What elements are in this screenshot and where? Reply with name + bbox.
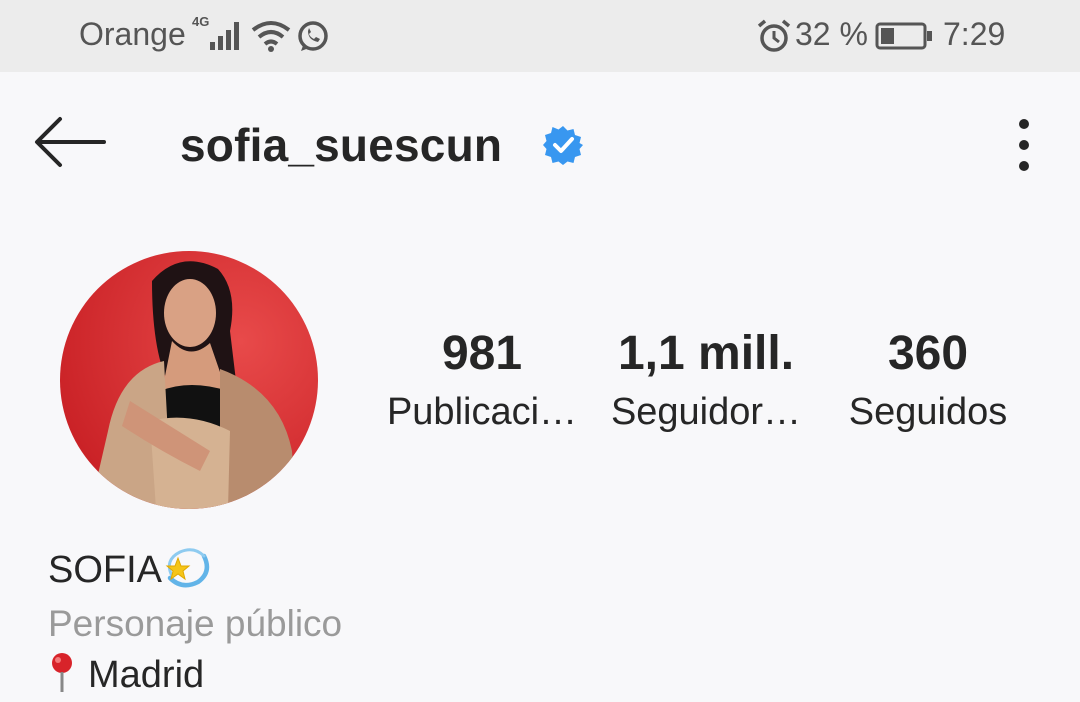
back-arrow-icon [35,117,106,167]
clock: 7:29 [943,16,1006,52]
battery-icon [875,22,932,50]
stat-posts[interactable]: 981 Publicaci… [378,326,586,436]
stat-label: Seguidor… [610,391,802,433]
signal-icon [210,22,239,50]
round-pushpin-icon [48,652,76,702]
display-name-text: SOFIA [48,549,163,592]
stat-label: Publicaci… [386,391,578,433]
stat-followers[interactable]: 1,1 mill. Seguidor… [604,326,808,436]
more-options-button[interactable] [1002,114,1046,176]
profile-avatar[interactable] [60,251,318,509]
wifi-icon [251,21,291,52]
bio-display-name: SOFIA [48,546,212,598]
stat-value: 1,1 mill. [617,327,795,380]
network-type: 4G [192,14,210,29]
profile-username: sofia_suescun [180,119,503,171]
status-bar: Orange 4G 32 % 7:29 [0,0,1080,72]
verified-badge-icon [543,126,583,165]
more-vertical-icon [1019,119,1029,171]
profile-photo [60,251,318,509]
battery-percent: 32 % [795,16,868,52]
stat-label: Seguidos [848,391,1008,433]
bio-category: Personaje público [48,603,343,644]
stat-value: 360 [887,327,969,380]
carrier-name: Orange [79,16,186,52]
bio-location: Madrid [48,652,204,702]
alarm-icon [757,19,791,52]
location-text: Madrid [88,654,205,697]
dizzy-star-icon [164,546,212,598]
back-button[interactable] [30,110,112,174]
stat-value: 981 [441,327,523,380]
stat-following[interactable]: 360 Seguidos [830,326,1026,436]
whatsapp-icon [298,21,328,51]
